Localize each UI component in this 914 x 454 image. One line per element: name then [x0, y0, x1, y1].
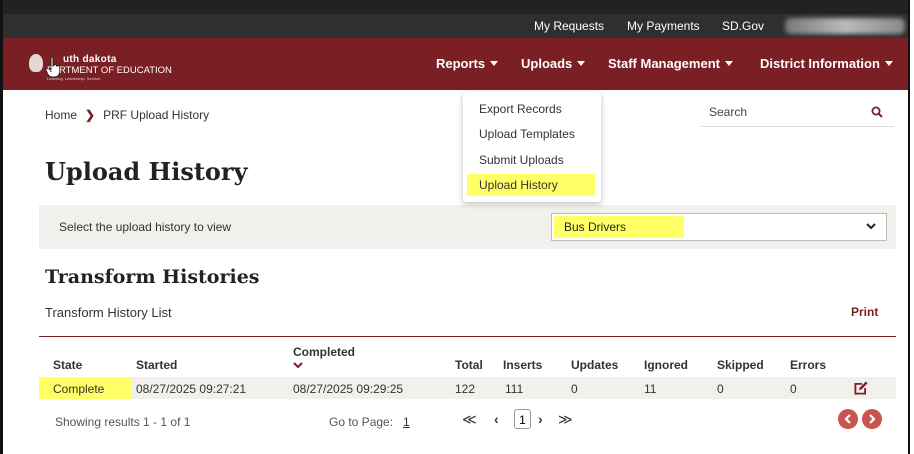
go-to-page-input[interactable]: 1 [403, 415, 410, 429]
chevron-down-icon [866, 223, 876, 230]
search-box [701, 100, 894, 127]
browser-frame: My Requests My Payments SD.Gov uth dakot… [0, 0, 910, 454]
next-button[interactable] [862, 409, 882, 429]
column-header-inserts[interactable]: Inserts [503, 358, 542, 372]
cell-completed: 08/27/2025 09:29:25 [293, 382, 404, 396]
top-strip [3, 0, 908, 14]
previous-page-icon[interactable]: ‹ [494, 411, 499, 427]
sd-gov-link[interactable]: SD.Gov [722, 19, 764, 33]
caret-down-icon [577, 61, 586, 66]
state-outline-icon [29, 54, 43, 72]
menu-item-submit-uploads[interactable]: Submit Uploads [467, 149, 595, 171]
nav-reports-label: Reports [436, 56, 486, 71]
column-header-skipped[interactable]: Skipped [717, 358, 764, 372]
nav-staff-management[interactable]: Staff Management [608, 56, 733, 71]
section-title: Transform Histories [45, 266, 260, 288]
user-name-redacted[interactable] [785, 18, 905, 34]
print-link[interactable]: Print [851, 305, 878, 319]
caret-down-icon [884, 61, 893, 66]
select-value: Bus Drivers [554, 216, 684, 238]
logo-tagline: Learning. Leadership. Service. [47, 76, 102, 81]
uploads-dropdown-menu: Export Records Upload Templates Submit U… [463, 92, 601, 202]
last-page-icon[interactable]: ≫ [558, 411, 573, 428]
column-header-started[interactable]: Started [136, 358, 177, 372]
upload-history-select[interactable]: Bus Drivers [551, 213, 887, 241]
column-header-completed[interactable]: Completed [293, 345, 355, 368]
my-requests-link[interactable]: My Requests [534, 19, 604, 33]
breadcrumb: Home ❯ PRF Upload History [45, 108, 209, 122]
nav-district-information-label: District Information [760, 56, 880, 71]
current-page[interactable]: 1 [514, 409, 531, 429]
cell-ignored: 11 [644, 382, 657, 396]
sort-descending-icon [293, 362, 303, 368]
nav-uploads-label: Uploads [521, 56, 573, 71]
cell-started: 08/27/2025 09:27:21 [136, 382, 247, 396]
go-to-page-label: Go to Page: [329, 415, 394, 429]
nav-staff-management-label: Staff Management [608, 56, 720, 71]
select-label: Select the upload history to view [59, 220, 232, 234]
menu-item-upload-templates[interactable]: Upload Templates [467, 123, 595, 145]
cell-skipped: 0 [717, 382, 724, 396]
first-page-icon[interactable]: ≪ [462, 411, 477, 428]
edit-icon[interactable] [853, 380, 869, 396]
my-payments-link[interactable]: My Payments [627, 19, 700, 33]
search-input[interactable] [701, 100, 851, 124]
logo-text-state: uth dakota [63, 54, 117, 65]
cell-updates: 0 [571, 382, 578, 396]
results-summary: Showing results 1 - 1 of 1 [55, 415, 191, 429]
breadcrumb-current: PRF Upload History [103, 108, 210, 122]
upload-history-selector-bar: Select the upload history to view Bus Dr… [39, 205, 896, 249]
column-header-updates[interactable]: Updates [571, 358, 618, 372]
logo-text-department: PARTMENT OF EDUCATION [47, 65, 172, 76]
list-title: Transform History List [45, 305, 172, 320]
next-page-icon[interactable]: › [538, 411, 543, 427]
menu-item-export-records[interactable]: Export Records [467, 98, 595, 120]
page-title: Upload History [45, 157, 248, 186]
main-navbar: uth dakota PARTMENT OF EDUCATION Learnin… [3, 38, 908, 90]
cell-state: Complete [53, 382, 105, 396]
doe-logo[interactable]: uth dakota PARTMENT OF EDUCATION Learnin… [25, 50, 245, 81]
cell-total: 122 [455, 382, 476, 396]
column-header-total[interactable]: Total [455, 358, 483, 372]
column-header-errors[interactable]: Errors [790, 358, 826, 372]
previous-button[interactable] [838, 409, 858, 429]
caret-down-icon [724, 61, 733, 66]
cell-errors: 0 [790, 382, 797, 396]
chevron-right-icon [869, 414, 876, 424]
column-header-completed-label: Completed [293, 345, 356, 359]
table-top-rule [39, 336, 896, 337]
chevron-left-icon [844, 414, 851, 424]
nav-district-information[interactable]: District Information [760, 56, 893, 71]
caret-down-icon [490, 61, 499, 66]
breadcrumb-home[interactable]: Home [45, 108, 77, 122]
menu-item-upload-history[interactable]: Upload History [467, 174, 595, 196]
column-header-ignored[interactable]: Ignored [644, 358, 688, 372]
chevron-right-icon: ❯ [85, 108, 96, 122]
table-row: Complete 08/27/2025 09:27:21 08/27/2025 … [39, 377, 896, 399]
nav-reports[interactable]: Reports [436, 56, 499, 71]
search-icon[interactable] [871, 106, 883, 118]
nav-uploads[interactable]: Uploads [521, 56, 586, 71]
column-header-state[interactable]: State [53, 358, 82, 372]
utility-nav: My Requests My Payments SD.Gov [3, 14, 908, 38]
cell-inserts: 111 [505, 382, 524, 396]
